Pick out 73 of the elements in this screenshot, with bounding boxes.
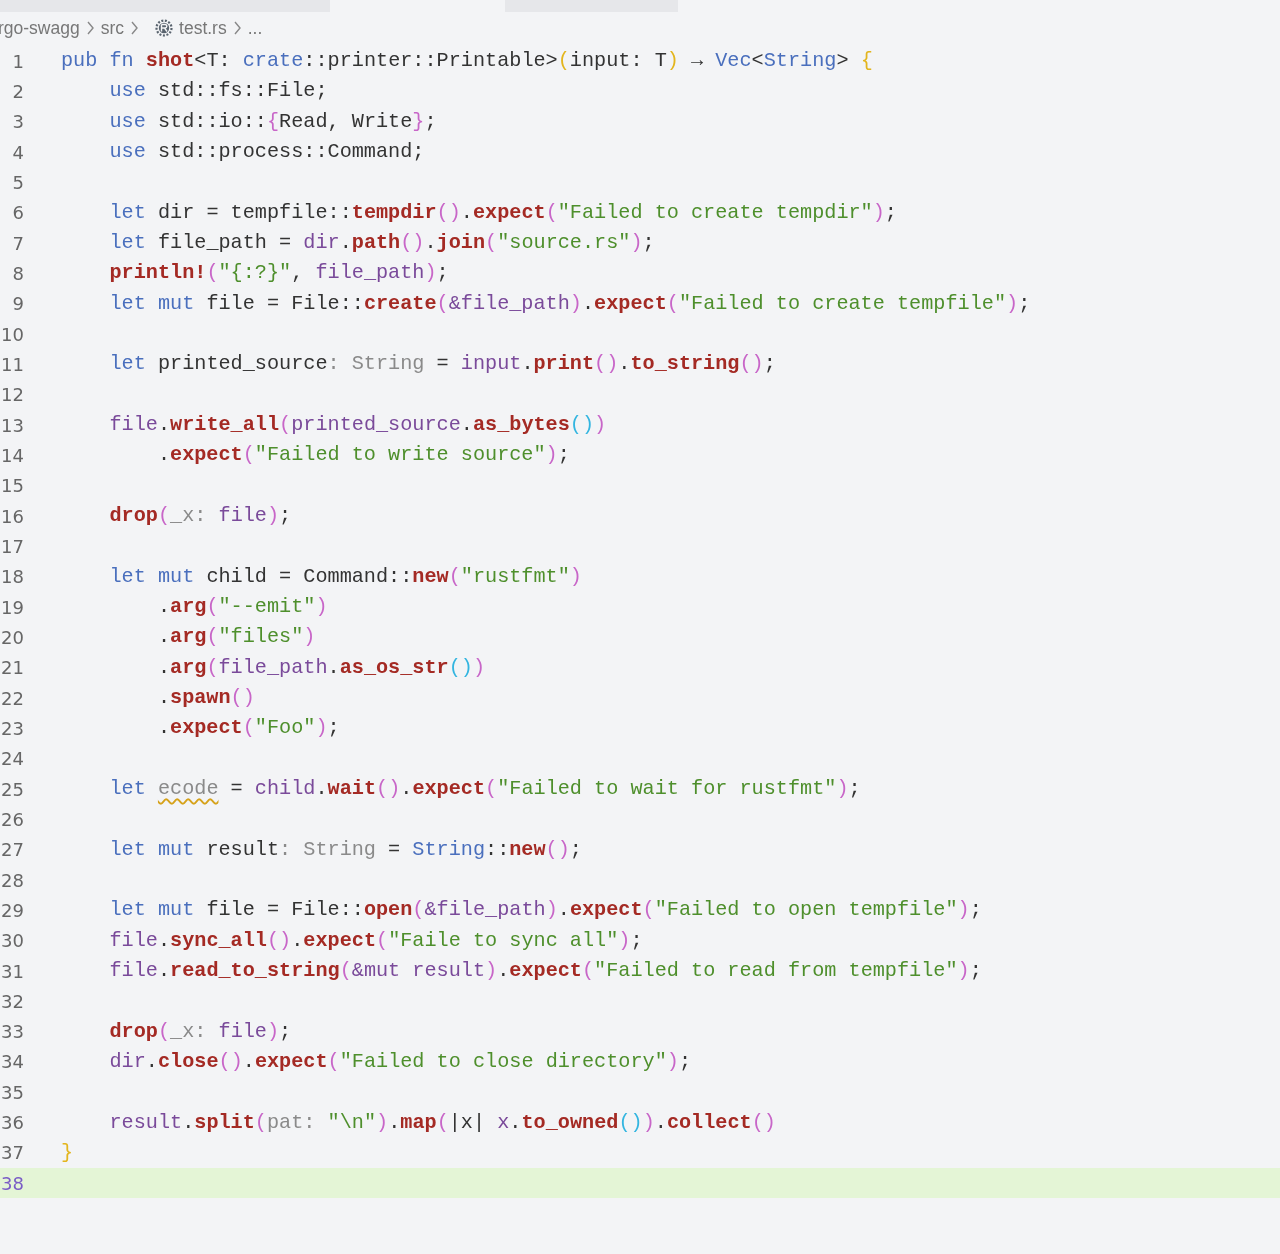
code-line: use std::io::{Read, Write}; <box>108 108 437 135</box>
line-number: 34 <box>0 1050 24 1075</box>
line-number: 20 <box>0 625 24 650</box>
line-number: 16 <box>0 504 24 529</box>
line-number: 2 <box>11 80 24 104</box>
line-number: 11 <box>0 352 24 377</box>
code-line: dir.close().expect("Failed to close directory"); <box>108 1048 692 1075</box>
line-number: 1 <box>11 49 24 74</box>
code-line: file.read_to_string(&mut result).expect("Failed to read from tempfile"); <box>108 957 982 984</box>
code-line: let mut child = Command::new("rustfmt") <box>108 563 582 590</box>
code-line: drop(_x: file); <box>108 502 292 529</box>
line-number: 28 <box>0 868 24 893</box>
gear-icon <box>155 19 174 37</box>
code-line: pub fn shot<T: crate::printer::Printable>(input: T) → Vec<String> { <box>61 48 873 74</box>
code-line: .arg(file_path.as_os_str()) <box>156 654 486 681</box>
line-number: 10 <box>0 322 24 347</box>
line-number: 23 <box>0 716 24 741</box>
chevron-icon <box>232 21 242 35</box>
line-number: 19 <box>0 595 24 620</box>
line-number: 29 <box>0 898 24 923</box>
code-line: } <box>61 1139 74 1166</box>
breadcrumb-item[interactable]: test.rs <box>179 14 227 42</box>
code-line: .expect("Foo"); <box>156 715 340 742</box>
line-number: 36 <box>0 1111 24 1136</box>
line-number: 22 <box>0 686 24 711</box>
line-number: 31 <box>0 959 24 984</box>
code-line: drop(_x: file); <box>108 1018 292 1045</box>
line-number: 12 <box>0 383 24 408</box>
line-number: 13 <box>0 413 24 438</box>
line-number: 7 <box>11 231 24 256</box>
code-line: use std::fs::File; <box>108 78 328 105</box>
chevron-icon <box>85 21 95 35</box>
code-line: .expect("Failed to write source"); <box>156 442 570 469</box>
line-number: 27 <box>0 838 24 863</box>
code-line: println!("{:?}", file_path); <box>108 260 449 287</box>
line-number: 38 <box>0 1171 24 1196</box>
breadcrumb-item[interactable]: src <box>100 14 125 42</box>
chevron-icon <box>130 21 140 35</box>
code-line: .arg("files") <box>156 624 316 651</box>
code-line: let printed_source: String = input.print().to_string(); <box>108 351 776 378</box>
code-line: .arg("--emit") <box>156 593 328 620</box>
breadcrumb-item[interactable]: rgo-swagg <box>0 14 80 42</box>
code-line: let file_path = dir.path().join("source.rs"); <box>108 230 655 256</box>
code-line: let ecode = child.wait().expect("Failed to wait for rustfmt"); <box>108 775 861 802</box>
line-number: 33 <box>0 1020 24 1045</box>
line-number: 14 <box>0 443 24 468</box>
line-number: 32 <box>0 989 24 1014</box>
line-number: 8 <box>11 261 24 286</box>
line-number: 17 <box>0 534 24 559</box>
line-number: 9 <box>11 292 24 317</box>
code-line: let mut file = File::create(&file_path).expect("Failed to create tempfile"); <box>108 290 1031 317</box>
line-number: 25 <box>0 777 24 802</box>
line-number: 37 <box>0 1141 24 1166</box>
line-number: 24 <box>0 747 24 772</box>
code-line: let dir = tempfile::tempdir().expect("Failed to create tempdir"); <box>108 199 897 226</box>
line-number: 15 <box>0 474 24 499</box>
line-number: 35 <box>0 1080 24 1105</box>
code-line: .spawn() <box>156 684 255 711</box>
line-number: 26 <box>0 807 24 832</box>
line-number: 18 <box>0 565 24 590</box>
code-line: let mut file = File::open(&file_path).expect("Failed to open tempfile"); <box>108 897 982 924</box>
line-number: 5 <box>11 170 24 195</box>
line-number: 21 <box>0 656 24 681</box>
code-line: file.write_all(printed_source.as_bytes()) <box>108 411 607 438</box>
code-line: result.split(pat: "\n").map(|x| x.to_owned()).collect() <box>108 1109 776 1136</box>
code-line: let mut result: String = String::new(); <box>108 836 582 863</box>
line-number: 4 <box>11 140 24 165</box>
line-number: 3 <box>11 110 24 135</box>
code-line: use std::process::Command; <box>108 139 425 165</box>
line-number: 6 <box>11 201 24 226</box>
code-line: file.sync_all().expect("Faile to sync all"); <box>108 927 643 954</box>
line-number: 30 <box>0 929 24 954</box>
breadcrumb-item[interactable]: ... <box>247 14 263 42</box>
